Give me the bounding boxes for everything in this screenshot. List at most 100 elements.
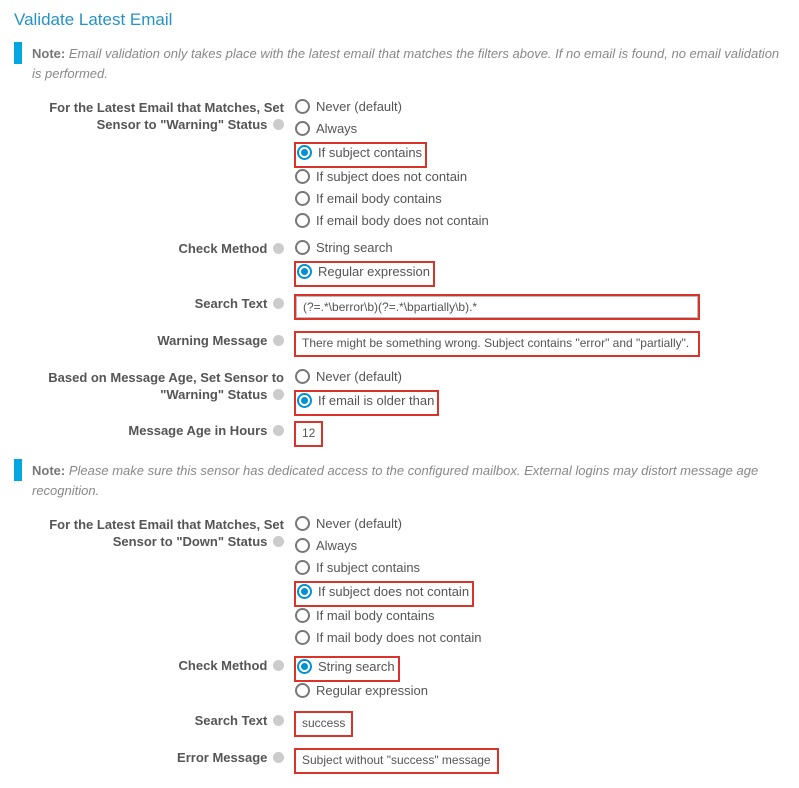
radio-unchecked-icon[interactable] bbox=[295, 608, 310, 623]
note-1: Note: Email validation only takes place … bbox=[14, 42, 785, 83]
note-1-body: Email validation only takes place with t… bbox=[32, 46, 779, 81]
section-title: Validate Latest Email bbox=[14, 10, 785, 30]
radio-unchecked-icon[interactable] bbox=[295, 121, 310, 136]
info-icon[interactable] bbox=[273, 389, 284, 400]
highlight-box: Regular expression bbox=[294, 261, 435, 287]
radio-option[interactable]: If subject does not contain bbox=[296, 583, 472, 600]
info-icon[interactable] bbox=[273, 715, 284, 726]
radio-option[interactable]: If email body contains bbox=[294, 190, 785, 207]
note-2-text: Note: Please make sure this sensor has d… bbox=[32, 459, 785, 500]
radio-option-label: String search bbox=[316, 240, 393, 255]
radio-option-label: If mail body contains bbox=[316, 608, 435, 623]
info-icon[interactable] bbox=[273, 243, 284, 254]
info-icon[interactable] bbox=[273, 536, 284, 547]
search-text-2-value[interactable]: success bbox=[296, 713, 351, 735]
label-search-text-1: Search Text bbox=[14, 293, 294, 313]
note-1-text: Note: Email validation only takes place … bbox=[32, 42, 785, 83]
label-down-status: For the Latest Email that Matches, Set S… bbox=[14, 514, 294, 551]
note-bar-icon bbox=[14, 42, 22, 64]
radio-option[interactable]: If mail body contains bbox=[294, 607, 785, 624]
info-icon[interactable] bbox=[273, 752, 284, 763]
label-age-warning-text: Based on Message Age, Set Sensor to "War… bbox=[48, 370, 284, 402]
age-hours-value[interactable]: 12 bbox=[296, 423, 321, 445]
radio-checked-icon[interactable] bbox=[297, 264, 312, 279]
radio-option-label: Regular expression bbox=[316, 683, 428, 698]
radio-checked-icon[interactable] bbox=[297, 145, 312, 160]
radio-option-label: Never (default) bbox=[316, 99, 402, 114]
radio-unchecked-icon[interactable] bbox=[295, 683, 310, 698]
info-icon[interactable] bbox=[273, 298, 284, 309]
radio-option[interactable]: Always bbox=[294, 120, 785, 137]
radio-unchecked-icon[interactable] bbox=[295, 99, 310, 114]
warning-message-value[interactable]: There might be something wrong. Subject … bbox=[296, 333, 698, 355]
search-text-1-input[interactable] bbox=[296, 296, 698, 318]
label-check-method-2: Check Method bbox=[14, 655, 294, 675]
radio-checked-icon[interactable] bbox=[297, 584, 312, 599]
radio-option[interactable]: If subject contains bbox=[294, 559, 785, 576]
label-warning-status: For the Latest Email that Matches, Set S… bbox=[14, 97, 294, 134]
label-search-text-2-text: Search Text bbox=[195, 713, 268, 728]
down-status-options: Never (default) Always If subject contains… bbox=[294, 514, 785, 651]
radio-option[interactable]: If subject contains bbox=[296, 144, 425, 161]
radio-unchecked-icon[interactable] bbox=[295, 369, 310, 384]
radio-option-label: Never (default) bbox=[316, 369, 402, 384]
radio-option[interactable]: String search bbox=[296, 658, 398, 675]
label-check-method-1: Check Method bbox=[14, 238, 294, 258]
label-check-method-2-text: Check Method bbox=[179, 658, 268, 673]
note-1-label: Note: bbox=[32, 46, 65, 61]
info-icon[interactable] bbox=[273, 119, 284, 130]
warning-status-options: Never (default) Always If subject contains… bbox=[294, 97, 785, 234]
check-method-1-options: String search Regular expression bbox=[294, 238, 785, 287]
error-message-value[interactable]: Subject without "success" message bbox=[296, 750, 497, 772]
radio-option-label: If email body does not contain bbox=[316, 213, 489, 228]
radio-option[interactable]: Always bbox=[294, 537, 785, 554]
note-2-label: Note: bbox=[32, 463, 65, 478]
radio-unchecked-icon[interactable] bbox=[295, 191, 310, 206]
radio-option-label: Always bbox=[316, 538, 357, 553]
radio-unchecked-icon[interactable] bbox=[295, 516, 310, 531]
radio-option-label: String search bbox=[318, 659, 395, 674]
info-icon[interactable] bbox=[273, 660, 284, 671]
radio-option-label: If subject contains bbox=[318, 145, 422, 160]
radio-option[interactable]: Never (default) bbox=[294, 368, 785, 385]
radio-option-label: Always bbox=[316, 121, 357, 136]
radio-unchecked-icon[interactable] bbox=[295, 560, 310, 575]
highlight-box: String search bbox=[294, 656, 400, 682]
radio-option[interactable]: If mail body does not contain bbox=[294, 629, 785, 646]
radio-unchecked-icon[interactable] bbox=[295, 630, 310, 645]
radio-unchecked-icon[interactable] bbox=[295, 538, 310, 553]
radio-option[interactable]: If email body does not contain bbox=[294, 212, 785, 229]
highlight-box: There might be something wrong. Subject … bbox=[294, 331, 700, 357]
radio-unchecked-icon[interactable] bbox=[295, 169, 310, 184]
radio-unchecked-icon[interactable] bbox=[295, 213, 310, 228]
highlight-box: If email is older than bbox=[294, 390, 439, 416]
label-age-hours: Message Age in Hours bbox=[14, 420, 294, 440]
highlight-box: success bbox=[294, 711, 353, 737]
radio-option-label: If subject contains bbox=[316, 560, 420, 575]
highlight-box bbox=[294, 294, 700, 320]
radio-option-label: If email is older than bbox=[318, 393, 434, 408]
note-2: Note: Please make sure this sensor has d… bbox=[14, 459, 785, 500]
radio-option-label: If subject does not contain bbox=[318, 584, 469, 599]
radio-option[interactable]: If subject does not contain bbox=[294, 168, 785, 185]
info-icon[interactable] bbox=[273, 425, 284, 436]
radio-checked-icon[interactable] bbox=[297, 393, 312, 408]
radio-option[interactable]: Never (default) bbox=[294, 98, 785, 115]
radio-option[interactable]: Regular expression bbox=[296, 263, 433, 280]
radio-option[interactable]: Never (default) bbox=[294, 515, 785, 532]
radio-option[interactable]: If email is older than bbox=[296, 392, 437, 409]
info-icon[interactable] bbox=[273, 335, 284, 346]
highlight-box: If subject contains bbox=[294, 142, 427, 168]
highlight-box: Subject without "success" message bbox=[294, 748, 499, 774]
label-error-message-text: Error Message bbox=[177, 750, 267, 765]
radio-unchecked-icon[interactable] bbox=[295, 240, 310, 255]
radio-option[interactable]: String search bbox=[294, 239, 785, 256]
radio-option-label: Never (default) bbox=[316, 516, 402, 531]
radio-option-label: If subject does not contain bbox=[316, 169, 467, 184]
radio-option-label: Regular expression bbox=[318, 264, 430, 279]
label-search-text-2: Search Text bbox=[14, 710, 294, 730]
radio-checked-icon[interactable] bbox=[297, 659, 312, 674]
label-warning-message: Warning Message bbox=[14, 330, 294, 350]
highlight-box: 12 bbox=[294, 421, 323, 447]
radio-option[interactable]: Regular expression bbox=[294, 682, 785, 699]
